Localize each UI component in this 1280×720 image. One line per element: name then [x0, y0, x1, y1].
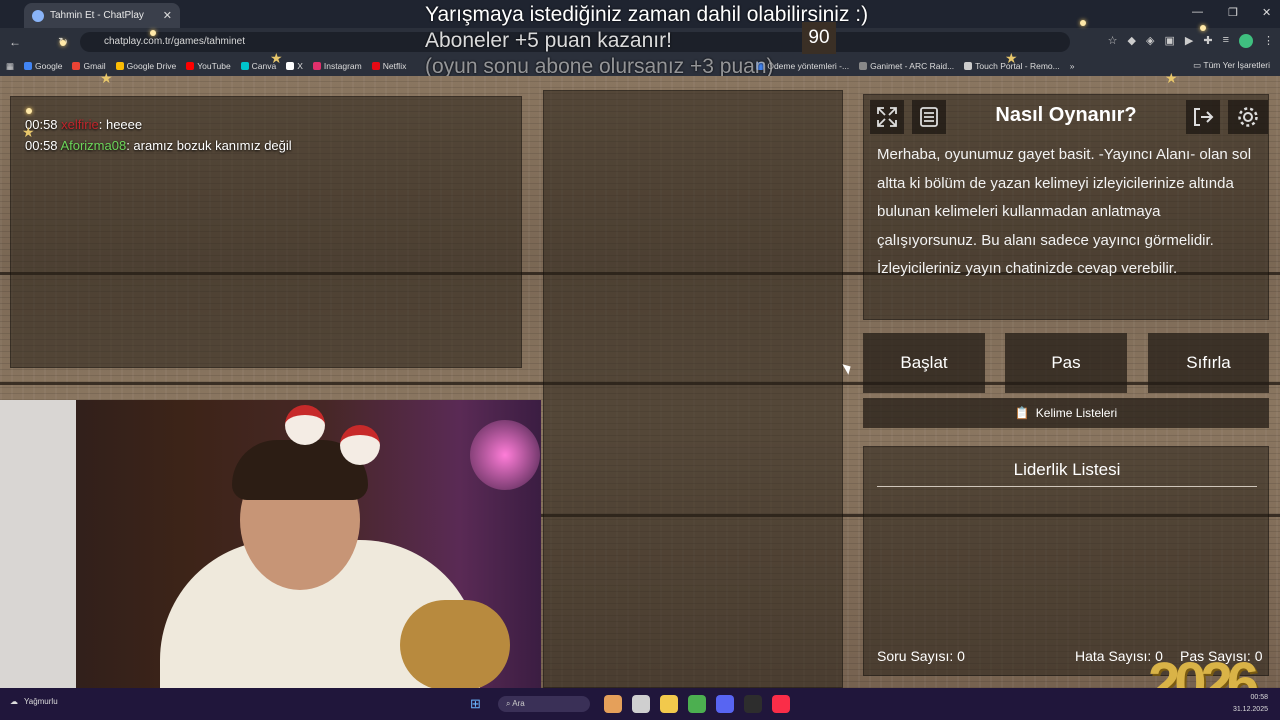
minimize-icon[interactable]: — — [1192, 6, 1203, 18]
leaderboard-title: Liderlik Listesi — [877, 460, 1257, 487]
drive-icon — [115, 62, 124, 70]
clock-date: 31.12.2025 — [1232, 706, 1268, 713]
google-icon — [24, 62, 33, 70]
countdown-timer: 90 — [802, 22, 836, 54]
extension-icon[interactable]: ▣ — [1164, 34, 1174, 48]
bookmark-item[interactable]: Google Drive — [115, 61, 176, 71]
search-icon: ⌕ — [506, 699, 511, 708]
webcam-wall — [0, 400, 76, 688]
streamer-area — [543, 90, 843, 688]
chat-username: xelfirie — [61, 117, 99, 132]
start-button[interactable]: Başlat — [863, 333, 985, 393]
bookmark-item[interactable]: Touch Portal - Remo... — [964, 61, 1060, 71]
bookmark-item[interactable]: X — [286, 61, 303, 71]
santa-headband-icon — [285, 405, 325, 445]
chat-username: Aforizma08 — [60, 138, 127, 153]
chat-message: 00:58 xelfirie: heeee — [25, 117, 143, 132]
reload-icon[interactable]: ↻ — [52, 35, 74, 49]
teddy-bear — [400, 600, 510, 688]
play-icon[interactable]: ▶ — [1185, 34, 1193, 48]
tab-title: Tahmin Et - ChatPlay — [50, 10, 144, 21]
taskbar-apps — [604, 695, 790, 713]
santa-headband-icon — [340, 425, 380, 465]
how-to-play-text: Merhaba, oyunumuz gayet basit. -Yayıncı … — [877, 146, 1252, 277]
webcam-feed — [0, 400, 541, 688]
file-explorer-icon[interactable] — [660, 695, 678, 713]
os-taskbar: ☁ Yağmurlu ⊞ ⌕ Ara 00:58 31.12.2025 — [0, 688, 1280, 720]
chatplay-icon — [32, 9, 44, 22]
profile-avatar[interactable] — [1239, 34, 1253, 48]
bookmark-item[interactable]: Canva — [240, 61, 276, 71]
browser-tab[interactable]: Tahmin Et - ChatPlay ✕ — [24, 3, 180, 28]
all-bookmarks[interactable]: ▭ Tüm Yer İşaretleri — [1193, 60, 1270, 71]
clipboard-icon: 📋 — [1014, 406, 1030, 420]
bookmark-item[interactable]: Netflix — [371, 61, 406, 71]
clock-time: 00:58 — [1250, 694, 1268, 701]
bookmark-item[interactable]: Ganimet - ARC Raid... — [859, 61, 954, 71]
netflix-icon — [371, 62, 380, 70]
bookmark-star-icon[interactable]: ☆ — [1108, 34, 1118, 48]
bookmark-item[interactable]: Google — [24, 61, 62, 71]
pass-button[interactable]: Pas — [1005, 333, 1127, 393]
task-view-icon[interactable] — [632, 695, 650, 713]
close-window-icon[interactable]: ✕ — [1262, 6, 1271, 19]
extension-icon[interactable]: ◈ — [1146, 34, 1154, 48]
reset-button[interactable]: Sıfırla — [1148, 333, 1269, 393]
chrome-icon[interactable] — [688, 695, 706, 713]
back-icon[interactable]: ← — [4, 35, 26, 49]
url-text: chatplay.com.tr/games/tahminet — [104, 36, 245, 47]
word-lists-label: Kelime Listeleri — [1035, 406, 1118, 420]
more-menu-icon[interactable]: ⋮ — [1263, 34, 1274, 48]
instagram-icon — [312, 62, 321, 70]
windows-start-icon[interactable]: ⊞ — [470, 696, 481, 712]
word-lists-button[interactable]: 📋 Kelime Listeleri — [863, 398, 1269, 428]
steam-icon[interactable] — [744, 695, 762, 713]
music-icon[interactable] — [772, 695, 790, 713]
menu-list-icon[interactable]: ≡ — [1223, 34, 1229, 48]
bookmark-item[interactable]: YouTube — [186, 61, 231, 71]
chat-panel — [10, 96, 522, 368]
system-clock[interactable]: 00:58 31.12.2025 — [1233, 692, 1268, 716]
question-count: Soru Sayısı: 0 — [877, 648, 965, 664]
extensions-area: ☆ ◆ ◈ ▣ ▶ ✚ ≡ ⋮ — [1108, 34, 1274, 48]
webcam-lamp — [470, 420, 540, 490]
extension-icon[interactable]: ◆ — [1128, 34, 1136, 48]
close-tab-icon[interactable]: ✕ — [163, 9, 172, 22]
discord-icon[interactable] — [716, 695, 734, 713]
touch-portal-icon — [964, 62, 973, 70]
gmail-icon — [72, 62, 81, 70]
x-icon — [286, 62, 295, 70]
canva-icon — [240, 62, 249, 70]
search-placeholder: Ara — [512, 699, 525, 708]
how-to-play-title: Nasıl Oynanır? — [995, 104, 1137, 126]
apps-grid-icon[interactable]: ▦ — [6, 61, 14, 72]
more-bookmarks-icon[interactable]: » — [1070, 61, 1075, 71]
maximize-icon[interactable]: ❐ — [1228, 6, 1238, 19]
youtube-icon — [186, 62, 195, 70]
weather-widget[interactable]: ☁ Yağmurlu — [10, 697, 58, 706]
bookmark-item[interactable]: Instagram — [312, 61, 362, 71]
app-icon[interactable] — [604, 695, 622, 713]
taskbar-search[interactable]: ⌕ Ara — [498, 696, 590, 712]
chat-message: 00:58 Aforizma08: aramız bozuk kanımız d… — [25, 138, 292, 153]
bookmark-item[interactable]: Gmail — [72, 61, 106, 71]
cloud-rain-icon: ☁ — [10, 697, 18, 706]
extensions-puzzle-icon[interactable]: ✚ — [1203, 34, 1212, 48]
weather-label: Yağmurlu — [24, 697, 58, 706]
